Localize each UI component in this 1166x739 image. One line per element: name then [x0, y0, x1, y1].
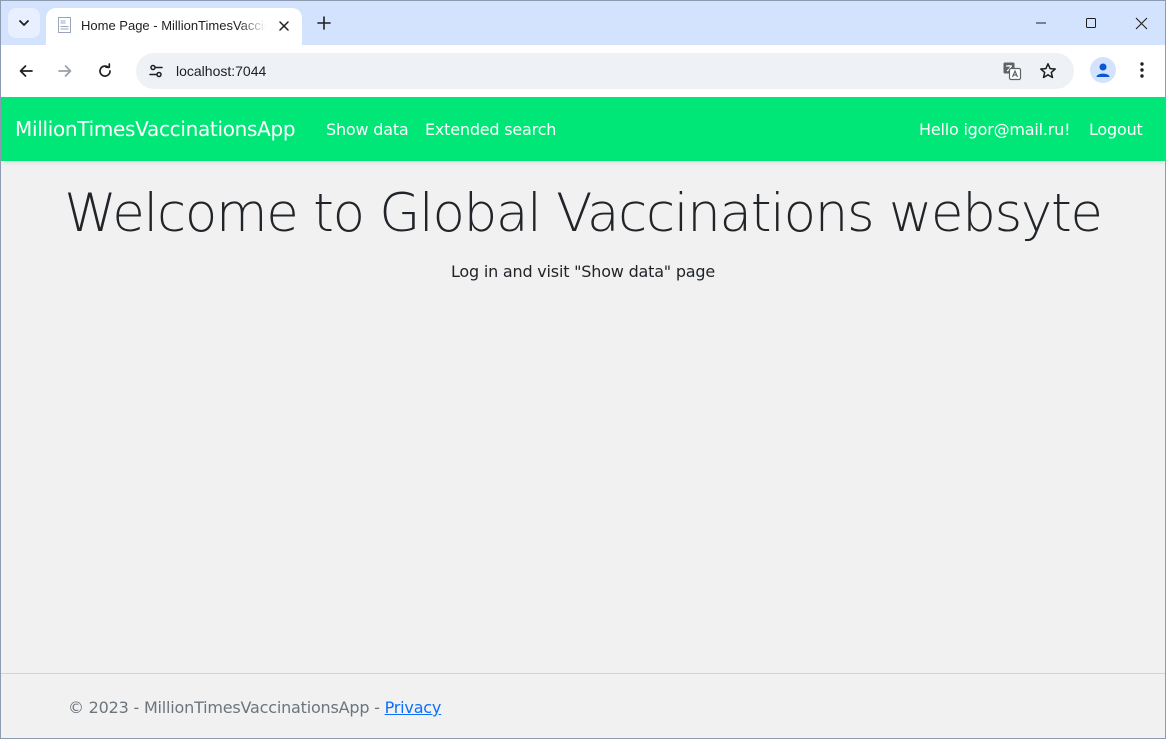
- plus-icon: [317, 16, 331, 30]
- copyright-text: © 2023 - MillionTimesVaccinationsApp -: [68, 698, 385, 717]
- back-button[interactable]: [10, 55, 42, 87]
- tab-title: Home Page - MillionTimesVaccinationsApp: [81, 18, 266, 33]
- site-navbar: MillionTimesVaccinationsApp Show data Ex…: [1, 97, 1165, 161]
- close-icon: [279, 21, 289, 31]
- person-icon: [1096, 63, 1110, 77]
- reload-icon: [99, 63, 111, 77]
- tune-icon: [149, 64, 163, 78]
- browser-window: Home Page - MillionTimesVaccinationsApp: [0, 0, 1166, 739]
- address-bar[interactable]: localhost:7044: [136, 53, 1074, 89]
- minimize-button[interactable]: [1016, 1, 1066, 45]
- minimize-icon: [1036, 22, 1046, 24]
- browser-tab-active[interactable]: Home Page - MillionTimesVaccinationsApp: [46, 8, 302, 45]
- tab-strip: Home Page - MillionTimesVaccinationsApp: [1, 1, 1165, 45]
- brand-link[interactable]: MillionTimesVaccinationsApp: [15, 117, 296, 141]
- translate-button[interactable]: [1000, 59, 1024, 83]
- bookmark-button[interactable]: [1036, 59, 1060, 83]
- tab-search-button[interactable]: [8, 8, 40, 38]
- maximize-icon: [1086, 18, 1096, 28]
- page-subtitle: Log in and visit "Show data" page: [450, 262, 716, 281]
- new-tab-button[interactable]: [310, 9, 338, 37]
- translate-icon: [1003, 62, 1022, 81]
- nav-link-extended-search[interactable]: Extended search: [425, 120, 556, 139]
- browser-toolbar: localhost:7044: [1, 45, 1165, 97]
- close-tab-button[interactable]: [274, 16, 294, 36]
- nav-link-show-data[interactable]: Show data: [326, 120, 409, 139]
- arrow-right-icon: [58, 65, 72, 77]
- forward-button[interactable]: [49, 55, 81, 87]
- close-icon: [1135, 17, 1147, 29]
- user-greeting-link[interactable]: Hello igor@mail.ru!: [919, 120, 1071, 139]
- page-title: Welcome to Global Vaccinations websyte: [64, 183, 1103, 244]
- browser-menu-button[interactable]: [1129, 57, 1155, 83]
- privacy-link[interactable]: Privacy: [385, 698, 442, 717]
- arrow-left-icon: [19, 65, 33, 77]
- reload-button[interactable]: [89, 55, 121, 87]
- site-info-button[interactable]: [142, 57, 170, 85]
- chevron-down-icon: [19, 20, 29, 26]
- profile-button[interactable]: [1090, 57, 1116, 83]
- url-text: localhost:7044: [176, 63, 267, 79]
- maximize-button[interactable]: [1066, 1, 1116, 45]
- more-vert-icon: [1140, 62, 1144, 78]
- footer-text: © 2023 - MillionTimesVaccinationsApp - P…: [68, 698, 441, 717]
- logout-button[interactable]: Logout: [1089, 120, 1143, 139]
- close-window-button[interactable]: [1116, 1, 1165, 45]
- web-page: MillionTimesVaccinationsApp Show data Ex…: [1, 97, 1165, 738]
- site-footer: © 2023 - MillionTimesVaccinationsApp - P…: [1, 673, 1165, 738]
- document-icon: [58, 17, 71, 33]
- star-icon: [1040, 63, 1056, 79]
